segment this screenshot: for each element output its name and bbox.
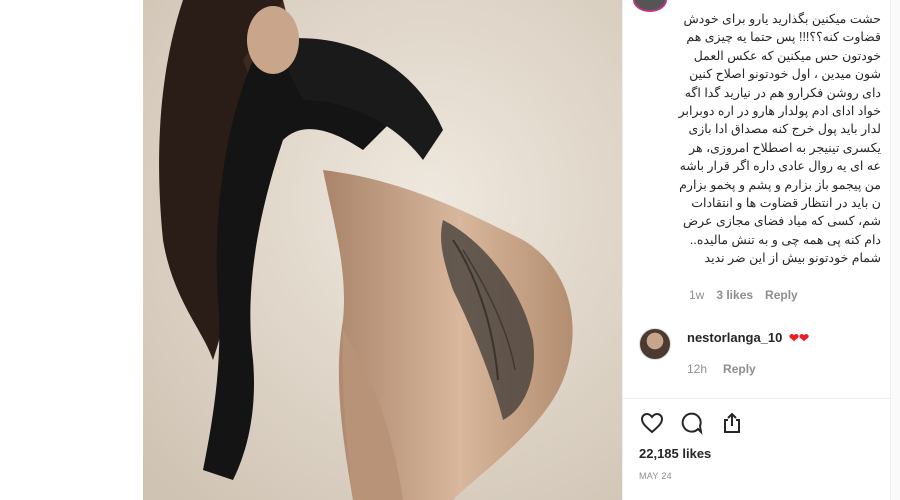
reply-meta: 12h Reply	[687, 362, 756, 376]
comment-text: حشت میکنین بگذارید یارو برای خودش قضاوت …	[678, 12, 881, 266]
reply-username-row: nestorlanga_10 ❤❤	[687, 330, 809, 345]
divider	[623, 398, 891, 399]
heart-emoji-icon: ❤❤	[789, 331, 810, 345]
reply-time[interactable]: 12h	[687, 362, 707, 376]
comment-meta: 1w 3 likes Reply	[689, 288, 798, 302]
comment-icon[interactable]	[679, 410, 705, 436]
post-photo[interactable]	[143, 0, 622, 500]
comment-likes[interactable]: 3 likes	[716, 288, 753, 302]
post-photo-illustration	[143, 0, 622, 500]
user-avatar-icon[interactable]	[639, 328, 671, 360]
post-date: MAY 24	[639, 471, 672, 481]
reply-comment: nestorlanga_10 ❤❤ 12h Reply	[639, 324, 879, 394]
scrollbar-track[interactable]	[890, 0, 900, 500]
share-icon[interactable]	[719, 410, 745, 436]
likes-count[interactable]: 22,185 likes	[639, 446, 711, 461]
reply-button[interactable]: Reply	[723, 362, 756, 376]
post-actions	[639, 410, 745, 436]
reply-username[interactable]: nestorlanga_10	[687, 330, 782, 345]
comments-panel: حشت میکنین بگذارید یارو برای خودش قضاوت …	[622, 0, 891, 500]
heart-outline-icon[interactable]	[639, 410, 665, 436]
comment-reply-button[interactable]: Reply	[765, 288, 798, 302]
page-margin-left	[0, 0, 143, 500]
comment-time[interactable]: 1w	[689, 288, 704, 302]
